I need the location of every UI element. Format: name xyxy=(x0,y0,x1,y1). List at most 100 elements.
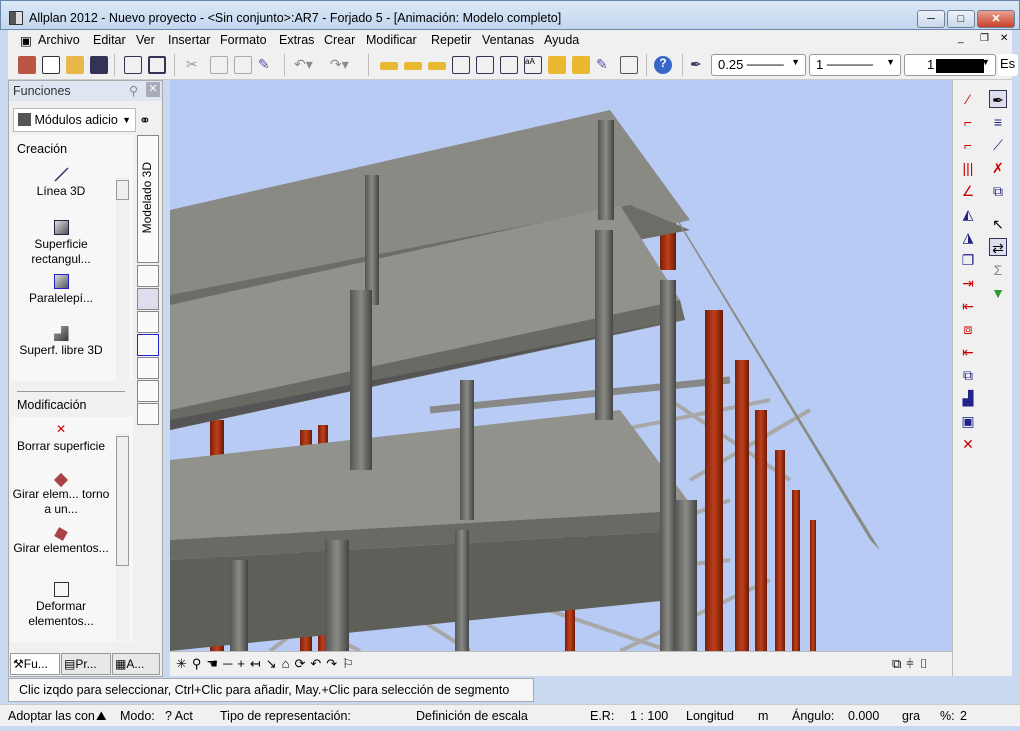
help-icon[interactable]: ? xyxy=(654,56,672,74)
delete-icon[interactable]: ✕ xyxy=(959,435,977,453)
eyedropper-icon[interactable]: ✒ xyxy=(989,90,1007,108)
pin-icon[interactable]: ⚲ xyxy=(129,83,138,98)
mirror-copy-icon[interactable]: ◮ xyxy=(959,228,977,246)
text-icon[interactable]: aA xyxy=(524,56,542,74)
mdi-close-button[interactable]: ✕ xyxy=(1000,33,1008,44)
cut-icon[interactable]: ✂ xyxy=(186,56,204,74)
measure-distance-icon[interactable] xyxy=(404,62,422,70)
mirror-icon[interactable]: ◭ xyxy=(959,205,977,223)
tool-line-3d[interactable]: Línea 3D xyxy=(9,167,113,199)
align-icon[interactable]: ≡ xyxy=(989,113,1007,131)
group-icon[interactable]: ⧉ xyxy=(989,182,1007,200)
tool-parallelepiped[interactable]: Paralelepí... xyxy=(9,274,113,306)
edit-icon[interactable]: ⧈ xyxy=(959,320,977,338)
trim-icon[interactable]: ⌐ xyxy=(959,113,977,131)
sum-icon[interactable]: Σ xyxy=(989,261,1007,279)
parallel-icon[interactable]: ||| xyxy=(959,159,977,177)
window-icon[interactable] xyxy=(148,56,166,74)
menu-formato[interactable]: Formato xyxy=(220,33,267,47)
status-scale-definition[interactable]: Definición de escala xyxy=(416,709,528,723)
format-painter-icon[interactable]: ✎ xyxy=(258,56,276,74)
status-angle-unit[interactable]: gra xyxy=(902,709,920,723)
color-select[interactable]: 1 ▼ xyxy=(904,54,996,76)
new-file-icon[interactable] xyxy=(42,56,60,74)
cube-icon[interactable] xyxy=(620,56,638,74)
menu-ventanas[interactable]: Ventanas xyxy=(482,33,534,47)
status-percent-value[interactable]: 2 xyxy=(960,709,967,723)
redo-icon[interactable]: ↷▾ xyxy=(330,56,360,74)
filter-icon[interactable]: ▼ xyxy=(989,284,1007,302)
move-icon[interactable]: ⇥ xyxy=(959,274,977,292)
panel-close-icon[interactable]: ✕ xyxy=(146,82,160,97)
menu-modificar[interactable]: Modificar xyxy=(366,33,417,47)
eyedropper-icon[interactable]: ✒ xyxy=(690,56,708,74)
menu-crear[interactable]: Crear xyxy=(324,33,355,47)
tab-modelado-3d[interactable]: Modelado 3D xyxy=(137,135,159,263)
paste-icon[interactable] xyxy=(234,56,252,74)
save-icon[interactable] xyxy=(90,56,108,74)
menu-archivo[interactable]: Archivo xyxy=(38,33,80,47)
line-type-select[interactable]: 1 ───── ▼ xyxy=(809,54,901,76)
tab-tag[interactable] xyxy=(137,357,159,379)
view-tools-icons[interactable]: ✳⚲☚─+↤↘⌂⟳↶↷⚐ xyxy=(176,656,359,672)
tool-rect-surface[interactable]: Superficie rectangul... xyxy=(9,220,113,267)
adopt-icon[interactable]: ⛰ xyxy=(96,709,107,724)
creation-scrollbar[interactable] xyxy=(116,177,129,381)
pen-thickness-select[interactable]: 0.25 ──── ▼ xyxy=(711,54,806,76)
tab-functions[interactable]: ⚒Fu... xyxy=(10,653,60,675)
menu-ayuda[interactable]: Ayuda xyxy=(544,33,579,47)
modification-scrollbar[interactable] xyxy=(116,433,129,641)
measure-height-icon[interactable] xyxy=(428,62,446,70)
binoculars-icon[interactable]: ⚭ xyxy=(139,112,151,129)
view-options-icons[interactable]: ⧉⫩▯ xyxy=(892,656,934,672)
status-mode-value[interactable]: ? Act xyxy=(165,709,193,723)
open-folder-icon[interactable] xyxy=(66,56,84,74)
print-preview-icon[interactable] xyxy=(124,56,142,74)
offset-icon[interactable]: ⌐ xyxy=(959,136,977,154)
doc-icon[interactable]: ▣ xyxy=(20,33,32,48)
close-button[interactable]: ✕ xyxy=(977,10,1015,28)
box-icon[interactable]: ▣ xyxy=(959,412,977,430)
undo-icon[interactable]: ↶▾ xyxy=(294,56,324,74)
extra-select[interactable]: Es xyxy=(998,54,1018,76)
transform-icon[interactable]: ⇤ xyxy=(959,343,977,361)
save-as-icon[interactable] xyxy=(500,56,518,74)
menu-editar[interactable]: Editar xyxy=(93,33,126,47)
status-angle-value[interactable]: 0.000 xyxy=(848,709,879,723)
tool-delete-surface[interactable]: ✕ Borrar superficie xyxy=(9,422,113,454)
delete-line-icon[interactable]: ✗ xyxy=(989,159,1007,177)
copy-icon[interactable] xyxy=(210,56,228,74)
modify-icon[interactable]: ⇤ xyxy=(959,297,977,315)
select-icon[interactable]: ↖ xyxy=(989,215,1007,233)
status-length-unit[interactable]: m xyxy=(758,709,768,723)
measure-icon[interactable] xyxy=(380,62,398,70)
module-select[interactable]: Módulos adicio ▼ xyxy=(13,108,136,132)
tab-properties[interactable]: ▤Pr... xyxy=(61,653,111,675)
menu-insertar[interactable]: Insertar xyxy=(168,33,210,47)
tab-hatching[interactable] xyxy=(137,288,159,310)
list-icon[interactable] xyxy=(452,56,470,74)
open-project-icon[interactable] xyxy=(18,56,36,74)
line-icon[interactable]: ⟋ xyxy=(989,136,1007,154)
tool-rotate-elements[interactable]: Girar elementos... xyxy=(9,527,113,556)
stretch-icon[interactable]: ▟ xyxy=(959,389,977,407)
menu-repetir[interactable]: Repetir xyxy=(431,33,471,47)
tab-text[interactable] xyxy=(137,265,159,287)
angle-icon[interactable]: ∠ xyxy=(959,182,977,200)
tool-deform-elements[interactable]: Deformar elementos... xyxy=(9,582,113,629)
status-scale-value[interactable]: 1 : 100 xyxy=(630,709,668,723)
folder-icon[interactable] xyxy=(548,56,566,74)
stack-icon[interactable]: ⧉ xyxy=(959,366,977,384)
maximize-button[interactable]: □ xyxy=(947,10,975,28)
minimize-button[interactable]: ─ xyxy=(917,10,945,28)
mdi-minimize-button[interactable]: _ xyxy=(958,33,964,44)
tab-assistants[interactable]: ▦A... xyxy=(112,653,160,675)
tool-free-surface[interactable]: Superf. libre 3D xyxy=(9,326,113,358)
menu-ver[interactable]: Ver xyxy=(136,33,155,47)
tab-3d-box[interactable] xyxy=(137,311,159,333)
copy-icon[interactable]: ❐ xyxy=(959,251,977,269)
mdi-restore-button[interactable]: ❐ xyxy=(980,33,989,44)
draw-icon[interactable]: ⁄ xyxy=(959,90,977,108)
convert-icon[interactable]: ⇄ xyxy=(989,238,1007,256)
tab-lock[interactable] xyxy=(137,380,159,402)
